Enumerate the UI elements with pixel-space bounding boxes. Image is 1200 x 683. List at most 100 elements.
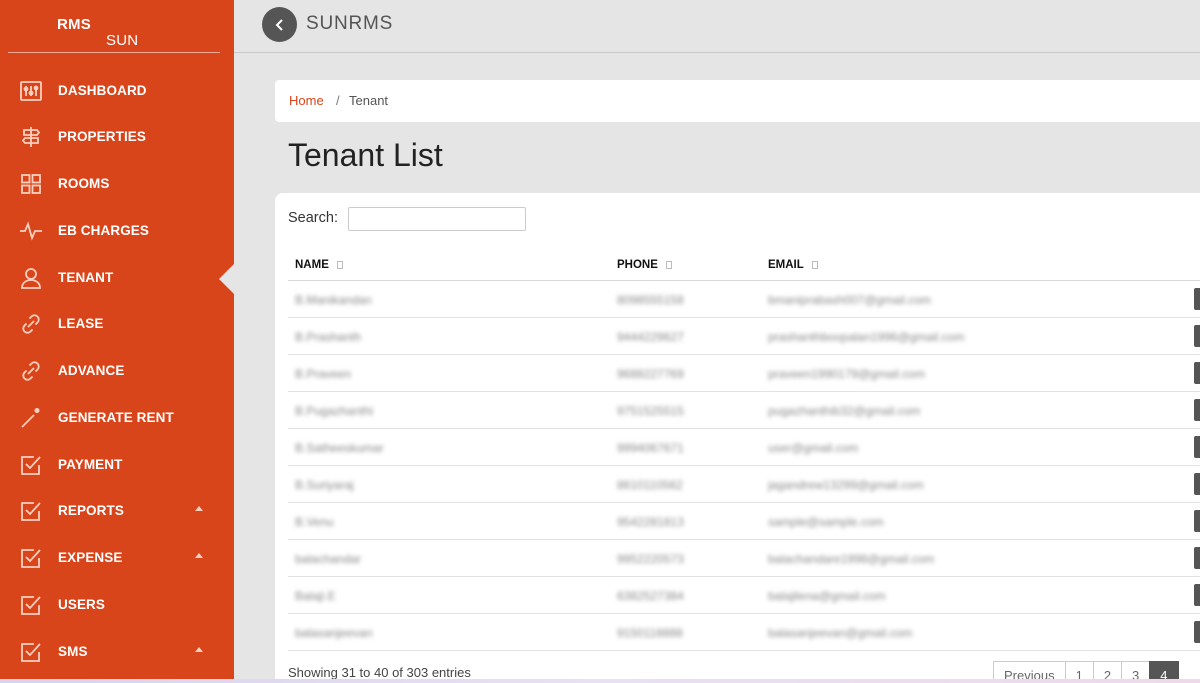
back-button[interactable] <box>262 7 297 42</box>
page-title: Tenant List <box>288 137 443 173</box>
search-input[interactable] <box>348 207 526 231</box>
cell-email: praveen1990179@gmail.com <box>768 367 925 381</box>
caret-up-icon[interactable] <box>195 647 203 652</box>
sidebar-item-label: DASHBOARD <box>58 83 147 98</box>
cell-name: B.Venu <box>295 515 334 529</box>
sidebar-item-label: EXPENSE <box>58 550 123 565</box>
cell-name: B.Manikandan <box>295 293 372 307</box>
table-row[interactable]: B.Prashanth 9444229627 prashanthboopalan… <box>288 318 1200 355</box>
sidebar-item-label: GENERATE RENT <box>58 410 174 425</box>
brand-light-text: SUN <box>106 32 139 49</box>
entries-info: Showing 31 to 40 of 303 entries <box>288 665 471 680</box>
row-action-button[interactable] <box>1194 621 1200 643</box>
row-action-button[interactable] <box>1194 399 1200 421</box>
cell-email: balasanjeevan@gmail.com <box>768 626 913 640</box>
active-indicator <box>219 264 234 294</box>
cell-email: balachandare1998@gmail.com <box>768 552 935 566</box>
column-header-label: EMAIL <box>768 259 804 271</box>
column-header-phone[interactable]: PHONE <box>617 259 672 271</box>
user-icon <box>19 266 43 290</box>
brand-bold-text: RMS <box>57 16 91 33</box>
table-row[interactable]: balasanjeevan 9150118888 balasanjeevan@g… <box>288 614 1200 651</box>
row-action-button[interactable] <box>1194 325 1200 347</box>
link-icon <box>19 312 43 336</box>
checkbox-icon <box>19 453 43 477</box>
table-row[interactable]: B.Suriyaraj 8610110562 jagandrew13299@gm… <box>288 466 1200 503</box>
table-row[interactable]: B.Venu 9542281813 sample@sample.com <box>288 503 1200 540</box>
search-label: Search: <box>288 210 338 226</box>
checkbox-icon <box>19 593 43 617</box>
cell-name: B.Pugazhanthi <box>295 404 374 418</box>
row-action-button[interactable] <box>1194 436 1200 458</box>
cell-phone: 9150118888 <box>617 626 683 640</box>
sidebar-item-label: SMS <box>58 644 88 659</box>
sidebar-item-sms[interactable]: SMS <box>0 632 234 672</box>
topbar-title: SUNRMS <box>306 13 394 34</box>
sidebar-item-users[interactable]: USERS <box>0 585 234 625</box>
cell-phone: 6382527384 <box>617 589 684 603</box>
sidebar-item-reports[interactable]: REPORTS <box>0 491 234 531</box>
table-row[interactable]: B.Pugazhanthi 9751525515 pugazhanthib32@… <box>288 392 1200 429</box>
row-action-button[interactable] <box>1194 510 1200 532</box>
breadcrumb-current: Tenant <box>349 93 389 108</box>
cell-email: prashanthboopalan1996@gmail.com <box>768 330 965 344</box>
cell-email: user@gmail.com <box>768 441 859 455</box>
row-action-button[interactable] <box>1194 473 1200 495</box>
magic-wand-icon <box>19 406 43 430</box>
breadcrumb-home-link[interactable]: Home <box>289 93 324 108</box>
sidebar-item-label: PROPERTIES <box>58 129 147 144</box>
sidebar-item-rooms[interactable]: ROOMS <box>0 164 234 204</box>
sidebar-item-lease[interactable]: LEASE <box>0 304 234 344</box>
row-action-button[interactable] <box>1194 288 1200 310</box>
tenant-table-card: Search: NAME PHONE EMAIL B.Manikandan 80… <box>275 193 1200 683</box>
cell-phone: 9542281813 <box>617 515 684 529</box>
caret-up-icon[interactable] <box>195 506 203 511</box>
sidebar-item-generate-rent[interactable]: GENERATE RENT <box>0 398 234 438</box>
table-row[interactable]: balachandar 9952220573 balachandare1998@… <box>288 540 1200 577</box>
table-row[interactable]: B.Praveen 9688227769 praveen1990179@gmai… <box>288 355 1200 392</box>
sidebar-item-expense[interactable]: EXPENSE <box>0 538 234 578</box>
sort-icon <box>665 260 672 269</box>
cell-email: pugazhanthib32@gmail.com <box>768 404 921 418</box>
sidebar-item-label: USERS <box>58 597 106 612</box>
sort-icon <box>811 260 818 269</box>
topbar: SUNRMS <box>234 0 1200 53</box>
row-action-button[interactable] <box>1194 584 1200 606</box>
cell-name: B.Suriyaraj <box>295 478 354 492</box>
sidebar-item-tenant[interactable]: TENANT <box>0 258 234 298</box>
caret-up-icon[interactable] <box>195 553 203 558</box>
row-action-button[interactable] <box>1194 547 1200 569</box>
breadcrumb: Home / Tenant <box>275 80 1200 122</box>
cell-phone: 9952220573 <box>617 552 684 566</box>
table-row[interactable]: Balaji.E 6382527384 balajilena@gmail.com <box>288 577 1200 614</box>
table-row[interactable]: B.Satheeskumar 9994067671 user@gmail.com <box>288 429 1200 466</box>
cell-name: B.Praveen <box>295 367 352 381</box>
table-row[interactable]: B.Manikandan 8098555158 bmaniprabash007@… <box>288 281 1200 318</box>
sidebar-item-dashboard[interactable]: DASHBOARD <box>0 71 234 111</box>
cell-phone: 9444229627 <box>617 330 684 344</box>
sidebar-item-properties[interactable]: PROPERTIES <box>0 117 234 157</box>
cell-phone: 9688227769 <box>617 367 684 381</box>
column-header-email[interactable]: EMAIL <box>768 259 818 271</box>
signpost-icon <box>19 125 43 149</box>
sidebar: SUN RMS DASHBOARD PROPERTIES ROOMS EB CHA… <box>0 0 234 683</box>
cell-name: B.Prashanth <box>295 330 362 344</box>
sidebar-item-advance[interactable]: ADVANCE <box>0 351 234 391</box>
cell-phone: 8098555158 <box>617 293 684 307</box>
row-action-button[interactable] <box>1194 362 1200 384</box>
sidebar-item-eb-charges[interactable]: EB CHARGES <box>0 211 234 251</box>
sidebar-brand[interactable]: SUN RMS <box>8 0 220 53</box>
cell-name: balachandar <box>295 552 362 566</box>
cell-email: sample@sample.com <box>768 515 884 529</box>
sort-icon <box>336 260 343 269</box>
cell-email: jagandrew13299@gmail.com <box>768 478 924 492</box>
sidebar-item-label: LEASE <box>58 316 104 331</box>
checkbox-icon <box>19 546 43 570</box>
cell-name: balasanjeevan <box>295 626 373 640</box>
cell-phone: 9751525515 <box>617 404 684 418</box>
sidebar-item-label: PAYMENT <box>58 457 123 472</box>
cell-name: Balaji.E <box>295 589 336 603</box>
sidebar-item-label: TENANT <box>58 270 114 285</box>
sidebar-item-payment[interactable]: PAYMENT <box>0 445 234 485</box>
column-header-name[interactable]: NAME <box>295 259 343 271</box>
